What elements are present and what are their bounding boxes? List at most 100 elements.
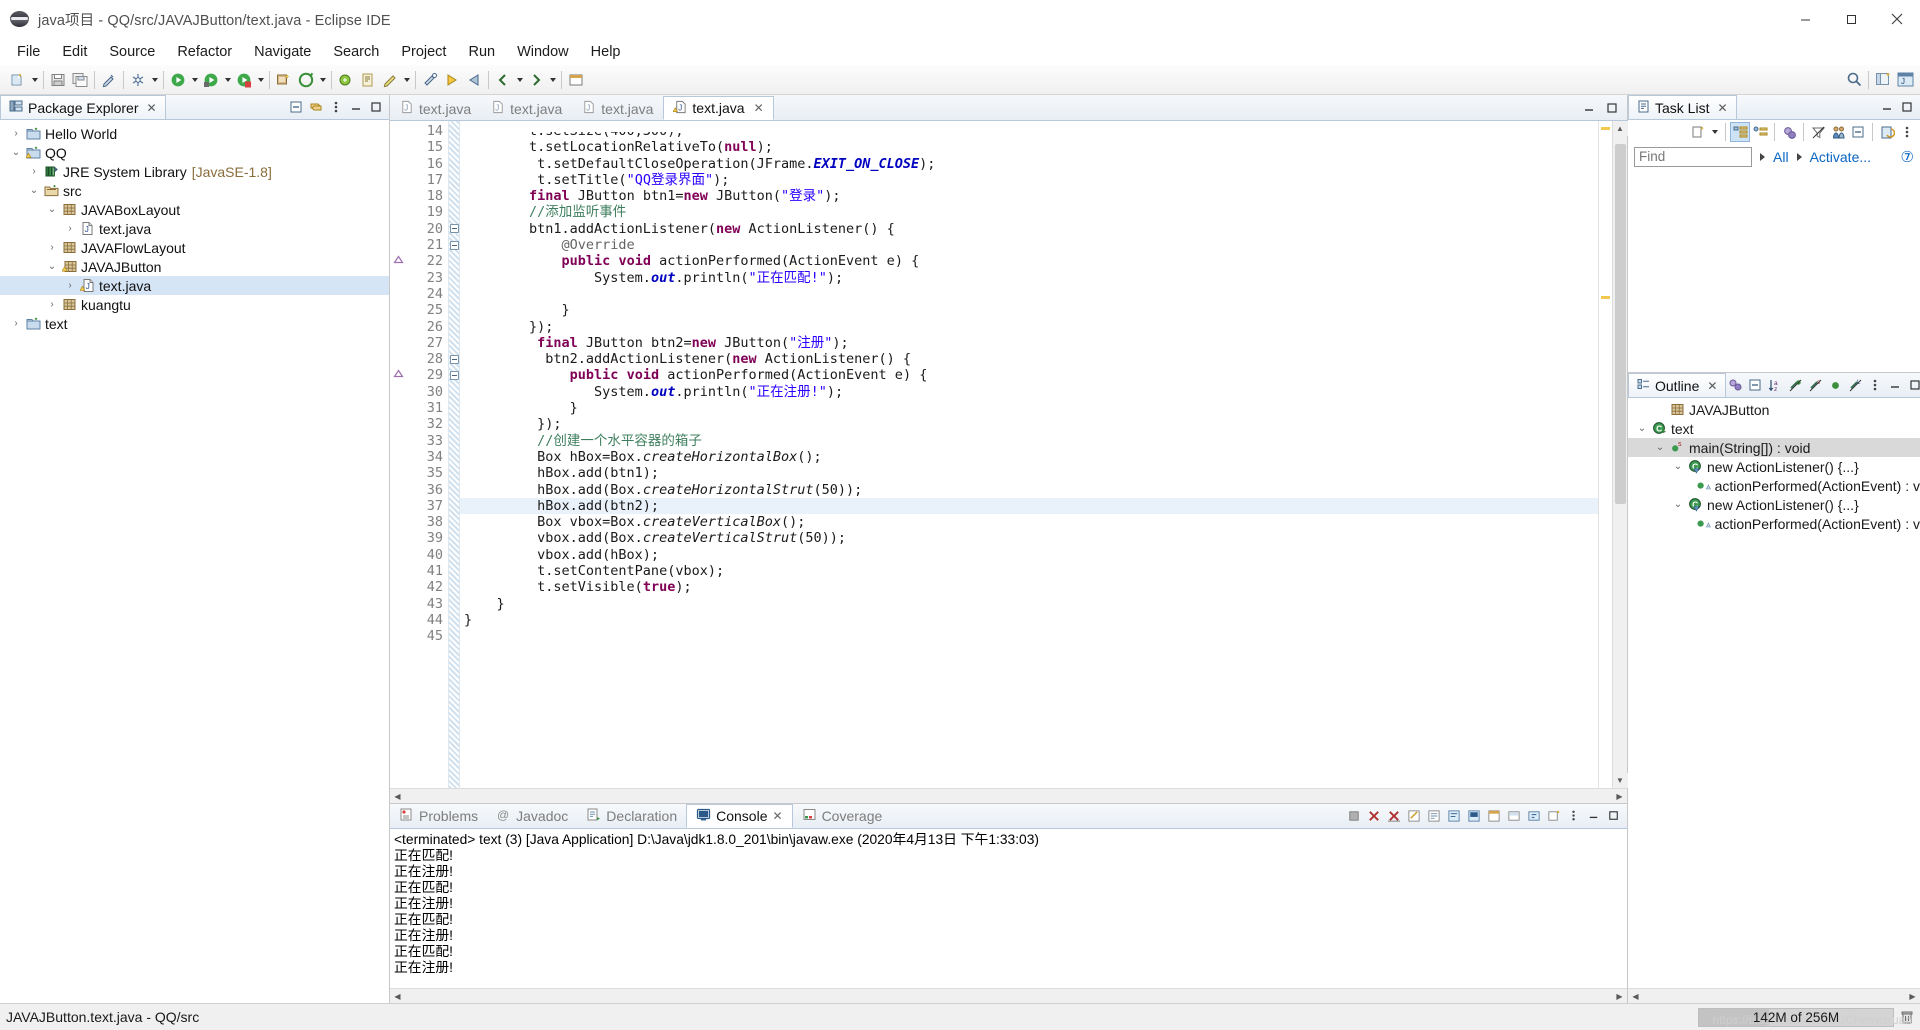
filter-all-link[interactable]: All	[1773, 149, 1789, 165]
console-output-area[interactable]: <terminated> text (3) [Java Application]…	[390, 829, 1627, 988]
scroll-right-icon[interactable]: ▶	[1612, 989, 1627, 1004]
remove-all-icon[interactable]	[1385, 807, 1403, 825]
menu-run[interactable]: Run	[457, 42, 506, 62]
fold-toggle[interactable]	[449, 351, 459, 367]
hide-static-icon[interactable]: s	[1806, 376, 1824, 394]
editor-tab-3[interactable]: Jtext.java ✕	[663, 96, 774, 120]
help-icon[interactable]: ⑦	[1901, 148, 1914, 166]
outline-tree[interactable]: JAVAJButton ⌄ Ctext ⌄ s main(String[]) : void…	[1628, 398, 1920, 988]
close-button[interactable]	[1874, 0, 1920, 38]
view-menu-icon[interactable]	[1898, 123, 1916, 141]
code-line[interactable]: Box hBox=Box.createHorizontalBox();	[460, 449, 1598, 465]
scroll-right-icon[interactable]: ▶	[1612, 789, 1627, 804]
code-line[interactable]: t.setTitle("QQ登录界面");	[460, 172, 1598, 188]
menu-help[interactable]: Help	[580, 42, 632, 62]
link-with-editor-icon[interactable]	[307, 98, 325, 116]
close-icon[interactable]: ✕	[1707, 379, 1717, 393]
close-icon[interactable]: ✕	[773, 809, 783, 823]
tree-twistie[interactable]: ›	[44, 299, 60, 310]
save-icon[interactable]	[47, 69, 69, 91]
code-line[interactable]: t.setSize(400,300);	[460, 132, 1598, 139]
tree-item-kuangtu[interactable]: › kuangtu	[0, 295, 389, 314]
outline-item-new-actionlistener-[interactable]: ⌄ Cnew ActionListener() {...}	[1628, 457, 1920, 476]
hscroll-track[interactable]	[405, 789, 1612, 804]
quick-fix-icon[interactable]	[98, 69, 120, 91]
code-line[interactable]: btn2.addActionListener(new ActionListene…	[460, 351, 1598, 367]
maximize-panel-icon[interactable]	[1906, 376, 1920, 394]
scroll-left-icon[interactable]: ◀	[1628, 989, 1643, 1004]
tree-item-text-java[interactable]: › Jtext.java	[0, 219, 389, 238]
edit-dropdown[interactable]	[401, 69, 412, 91]
pin-editor-icon[interactable]	[565, 69, 587, 91]
hscroll-track[interactable]	[1643, 989, 1905, 1004]
outline-item-actionperformed-actionevent-v[interactable]: actionPerformed(ActionEvent) : v	[1628, 514, 1920, 533]
tree-item-text-java[interactable]: › Jtext.java	[0, 276, 389, 295]
code-line[interactable]: }	[460, 400, 1598, 416]
editor-tab-0[interactable]: Jtext.java	[390, 96, 481, 120]
collapse-all-icon[interactable]	[1849, 123, 1867, 141]
fold-toggle[interactable]	[449, 237, 459, 253]
coverage-run-icon[interactable]	[233, 69, 255, 91]
code-line[interactable]: //添加监听事件	[460, 204, 1598, 220]
open-perspective-icon[interactable]	[1872, 69, 1894, 91]
back-history-icon[interactable]	[492, 69, 514, 91]
coverage-dropdown[interactable]	[255, 69, 266, 91]
tree-twistie[interactable]: ⌄	[44, 204, 60, 215]
show-console-icon[interactable]	[1465, 807, 1483, 825]
open-console-icon[interactable]	[1525, 807, 1543, 825]
code-line[interactable]: t.setVisible(true);	[460, 579, 1598, 595]
code-line[interactable]: t.setDefaultCloseOperation(JFrame.EXIT_O…	[460, 156, 1598, 172]
focus-on-workweek-icon[interactable]	[1780, 123, 1798, 141]
maximize-panel-icon[interactable]	[1898, 98, 1916, 116]
save-all-icon[interactable]	[69, 69, 91, 91]
scroll-lock-icon[interactable]	[1425, 807, 1443, 825]
last-edit-icon[interactable]	[419, 69, 441, 91]
tree-twistie[interactable]: ›	[8, 128, 24, 139]
minimize-panel-icon[interactable]	[1886, 376, 1904, 394]
debug-icon[interactable]	[200, 69, 222, 91]
folding-column[interactable]	[448, 121, 460, 788]
code-line[interactable]: }	[460, 612, 1598, 628]
code-line[interactable]: });	[460, 319, 1598, 335]
new-wizard-icon[interactable]	[7, 69, 29, 91]
menu-file[interactable]: File	[6, 42, 51, 62]
code-line[interactable]: final JButton btn2=new JButton("注册");	[460, 335, 1598, 351]
code-line[interactable]: public void actionPerformed(ActionEvent …	[460, 253, 1598, 269]
menu-refactor[interactable]: Refactor	[166, 42, 243, 62]
new-package-icon[interactable]	[295, 69, 317, 91]
outline-item-actionperformed-actionevent-v[interactable]: actionPerformed(ActionEvent) : v	[1628, 476, 1920, 495]
code-line[interactable]: final JButton btn1=new JButton("登录");	[460, 188, 1598, 204]
tree-item-qq[interactable]: ⌄ QQ	[0, 143, 389, 162]
search-decl-icon[interactable]	[357, 69, 379, 91]
code-line[interactable]: //创建一个水平容器的箱子	[460, 433, 1598, 449]
scroll-up-icon[interactable]: ▲	[1612, 121, 1628, 136]
tree-item-javajbutton[interactable]: ⌄ JAVAJButton	[0, 257, 389, 276]
forward-history-dropdown[interactable]	[547, 69, 558, 91]
scheduled-view-icon[interactable]	[1751, 123, 1769, 141]
outline-twistie[interactable]: ⌄	[1652, 442, 1668, 453]
synchronize-icon[interactable]	[1878, 123, 1896, 141]
code-line[interactable]: public void actionPerformed(ActionEvent …	[460, 367, 1598, 383]
code-line[interactable]: System.out.println("正在匹配!");	[460, 270, 1598, 286]
run-icon[interactable]	[167, 69, 189, 91]
code-line[interactable]: @Override	[460, 237, 1598, 253]
view-menu-icon[interactable]	[327, 98, 345, 116]
menu-source[interactable]: Source	[98, 42, 166, 62]
hscroll-track[interactable]	[405, 989, 1612, 1004]
outline-horizontal-scrollbar[interactable]: ◀ ▶	[1628, 988, 1920, 1003]
build-icon[interactable]	[127, 69, 149, 91]
tree-item-hello-world[interactable]: › Hello World	[0, 124, 389, 143]
display-selected-icon[interactable]	[1505, 807, 1523, 825]
outline-item-new-actionlistener-[interactable]: ⌄ Cnew ActionListener() {...}	[1628, 495, 1920, 514]
outline-twistie[interactable]: ⌄	[1634, 423, 1650, 434]
console-tab-problems[interactable]: Problems	[390, 804, 487, 828]
code-line[interactable]	[460, 628, 1598, 644]
minimize-button[interactable]	[1782, 0, 1828, 38]
build-dropdown[interactable]	[149, 69, 160, 91]
collapse-all-icon[interactable]	[287, 98, 305, 116]
code-line[interactable]: vbox.add(Box.createVerticalStrut(50));	[460, 530, 1598, 546]
new-wizard-dropdown[interactable]	[29, 69, 40, 91]
console-view-menu-icon[interactable]	[1565, 807, 1583, 825]
find-input[interactable]: Find	[1634, 147, 1752, 167]
maximize-editor-icon[interactable]	[1603, 99, 1621, 117]
